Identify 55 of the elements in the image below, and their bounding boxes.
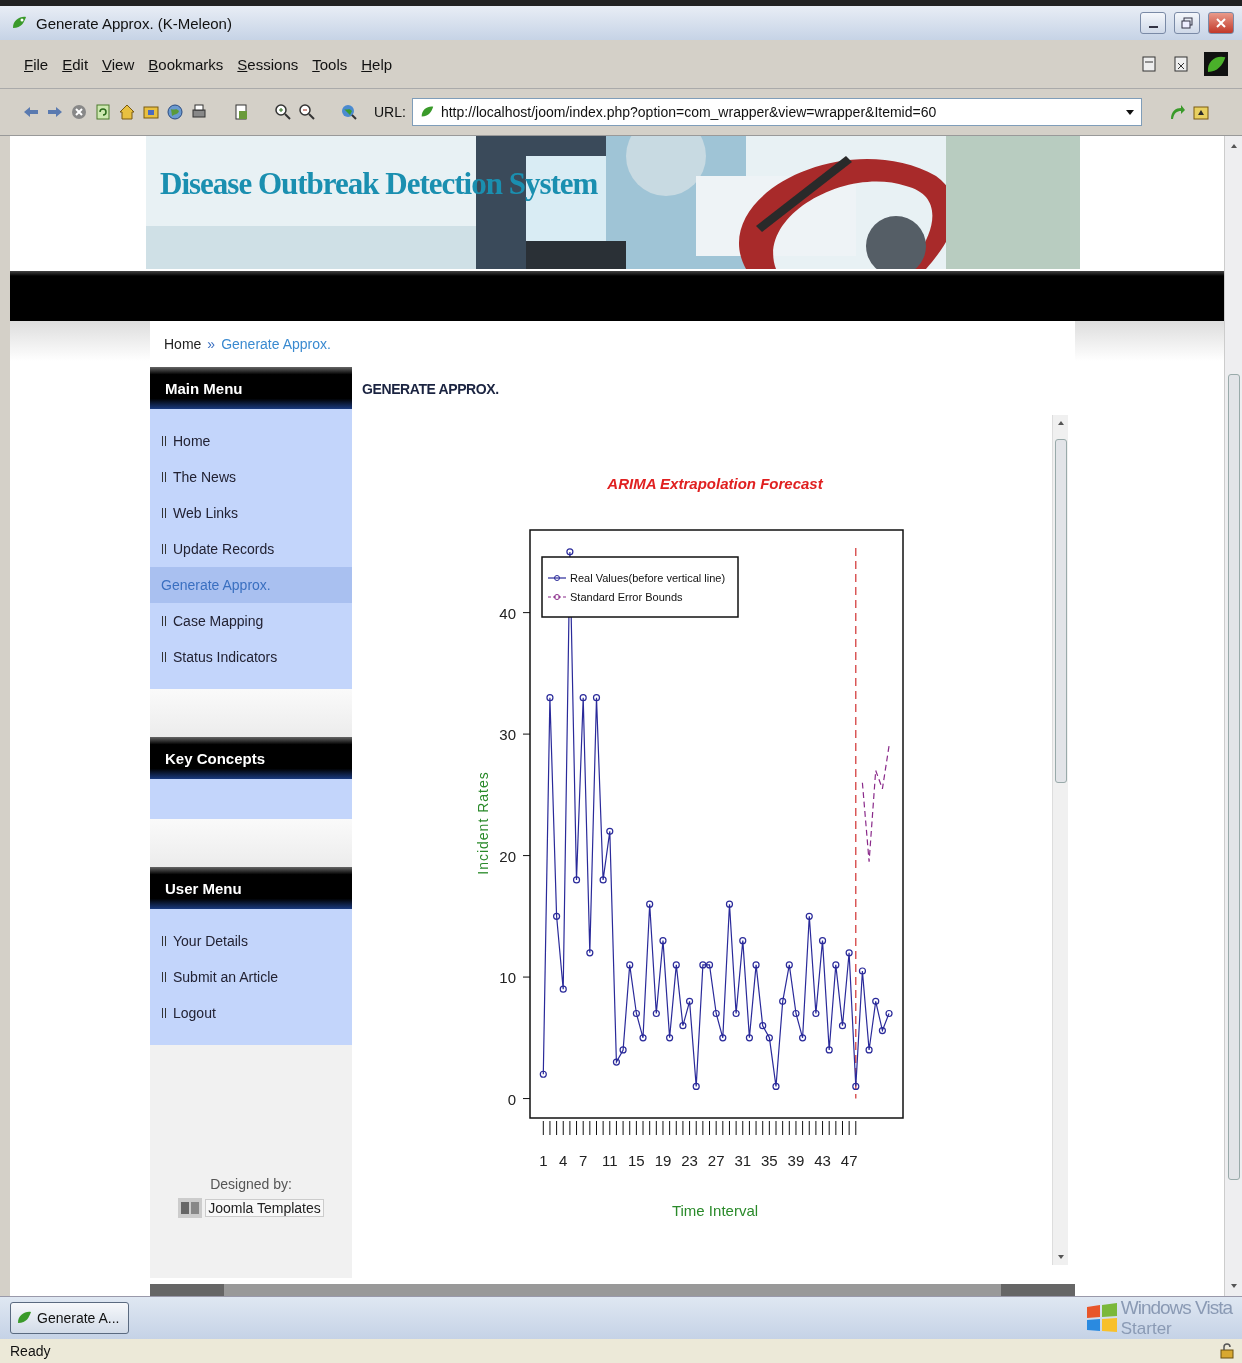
menu-link[interactable]: Update Records [150, 531, 352, 567]
x-tick-label: 43 [814, 1152, 831, 1169]
menu-link[interactable]: Your Details [150, 923, 352, 959]
menu-item[interactable]: Help [361, 55, 393, 73]
menu-link[interactable]: Status Indicators [150, 639, 352, 675]
menu-item[interactable]: Tools [312, 55, 348, 73]
menu-item[interactable]: Sessions [237, 55, 299, 73]
menu-link[interactable]: Submit an Article [150, 959, 352, 995]
y-tick-label: 30 [499, 726, 516, 744]
credit-label: Designed by: [210, 1176, 292, 1192]
x-tick-label: 35 [761, 1152, 778, 1169]
menu-link[interactable]: Home [150, 423, 352, 459]
menu-item[interactable]: Bookmarks [148, 55, 224, 73]
menu-header: User Menu [150, 867, 352, 909]
x-tick-label: 7 [579, 1152, 588, 1169]
menu-header: Main Menu [150, 367, 352, 409]
url-label: URL: [374, 104, 406, 120]
x-axis-title: Time Interval [671, 1202, 759, 1219]
x-tick-label: 4 [559, 1152, 568, 1169]
legend-label: Standard Error Bounds [570, 591, 683, 603]
x-tick-label: 47 [840, 1152, 858, 1169]
credit-link[interactable]: Joomla Templates [205, 1199, 324, 1217]
menu-link[interactable]: The News [150, 459, 352, 495]
legend-label: Real Values(before vertical line) [570, 572, 726, 584]
menu-item[interactable]: View [102, 55, 135, 73]
menu-item[interactable]: Edit [62, 55, 89, 73]
y-axis-title: Incident Rates [475, 771, 491, 875]
breadcrumb-link[interactable]: Generate Approx. [221, 336, 331, 352]
x-tick-label: 23 [681, 1152, 698, 1169]
y-tick-label: 10 [499, 969, 516, 987]
os-name: Windows Vista [1120, 1297, 1232, 1319]
window-title: Generate Approx. (K-Meleon) [36, 14, 233, 32]
x-tick-label: 39 [787, 1152, 805, 1169]
menu-link[interactable]: Web Links [150, 495, 352, 531]
y-tick-label: 0 [507, 1090, 516, 1108]
x-tick-label: 31 [734, 1152, 752, 1169]
os-edition: Starter [1120, 1319, 1173, 1339]
x-tick-label: 27 [707, 1152, 725, 1169]
menu-link[interactable]: Logout [150, 995, 352, 1031]
address-field[interactable]: http://localhost/joom/index.php?option=com_wrapper&view=wrapper&Itemid=60 [411, 98, 1142, 126]
breadcrumb-separator: » [207, 336, 216, 352]
taskbar-button[interactable]: Generate A... [10, 1302, 129, 1334]
x-tick-label: 11 [602, 1152, 618, 1169]
page-heading: GENERATE APPROX. [362, 380, 500, 399]
x-tick-label: 19 [654, 1152, 672, 1169]
y-tick-label: 40 [499, 604, 516, 622]
y-tick-label: 20 [499, 847, 516, 865]
x-tick-label: 1 [539, 1152, 548, 1169]
menu-header: Key Concepts [150, 737, 352, 779]
chart-title: ARIMA Extrapolation Forecast [607, 475, 823, 492]
menu-item[interactable]: File [24, 55, 49, 73]
menu-link[interactable]: Case Mapping [150, 603, 352, 639]
status-text: Ready [10, 1343, 51, 1359]
breadcrumb-link[interactable]: Home [164, 336, 202, 352]
x-tick-label: 15 [628, 1152, 645, 1169]
